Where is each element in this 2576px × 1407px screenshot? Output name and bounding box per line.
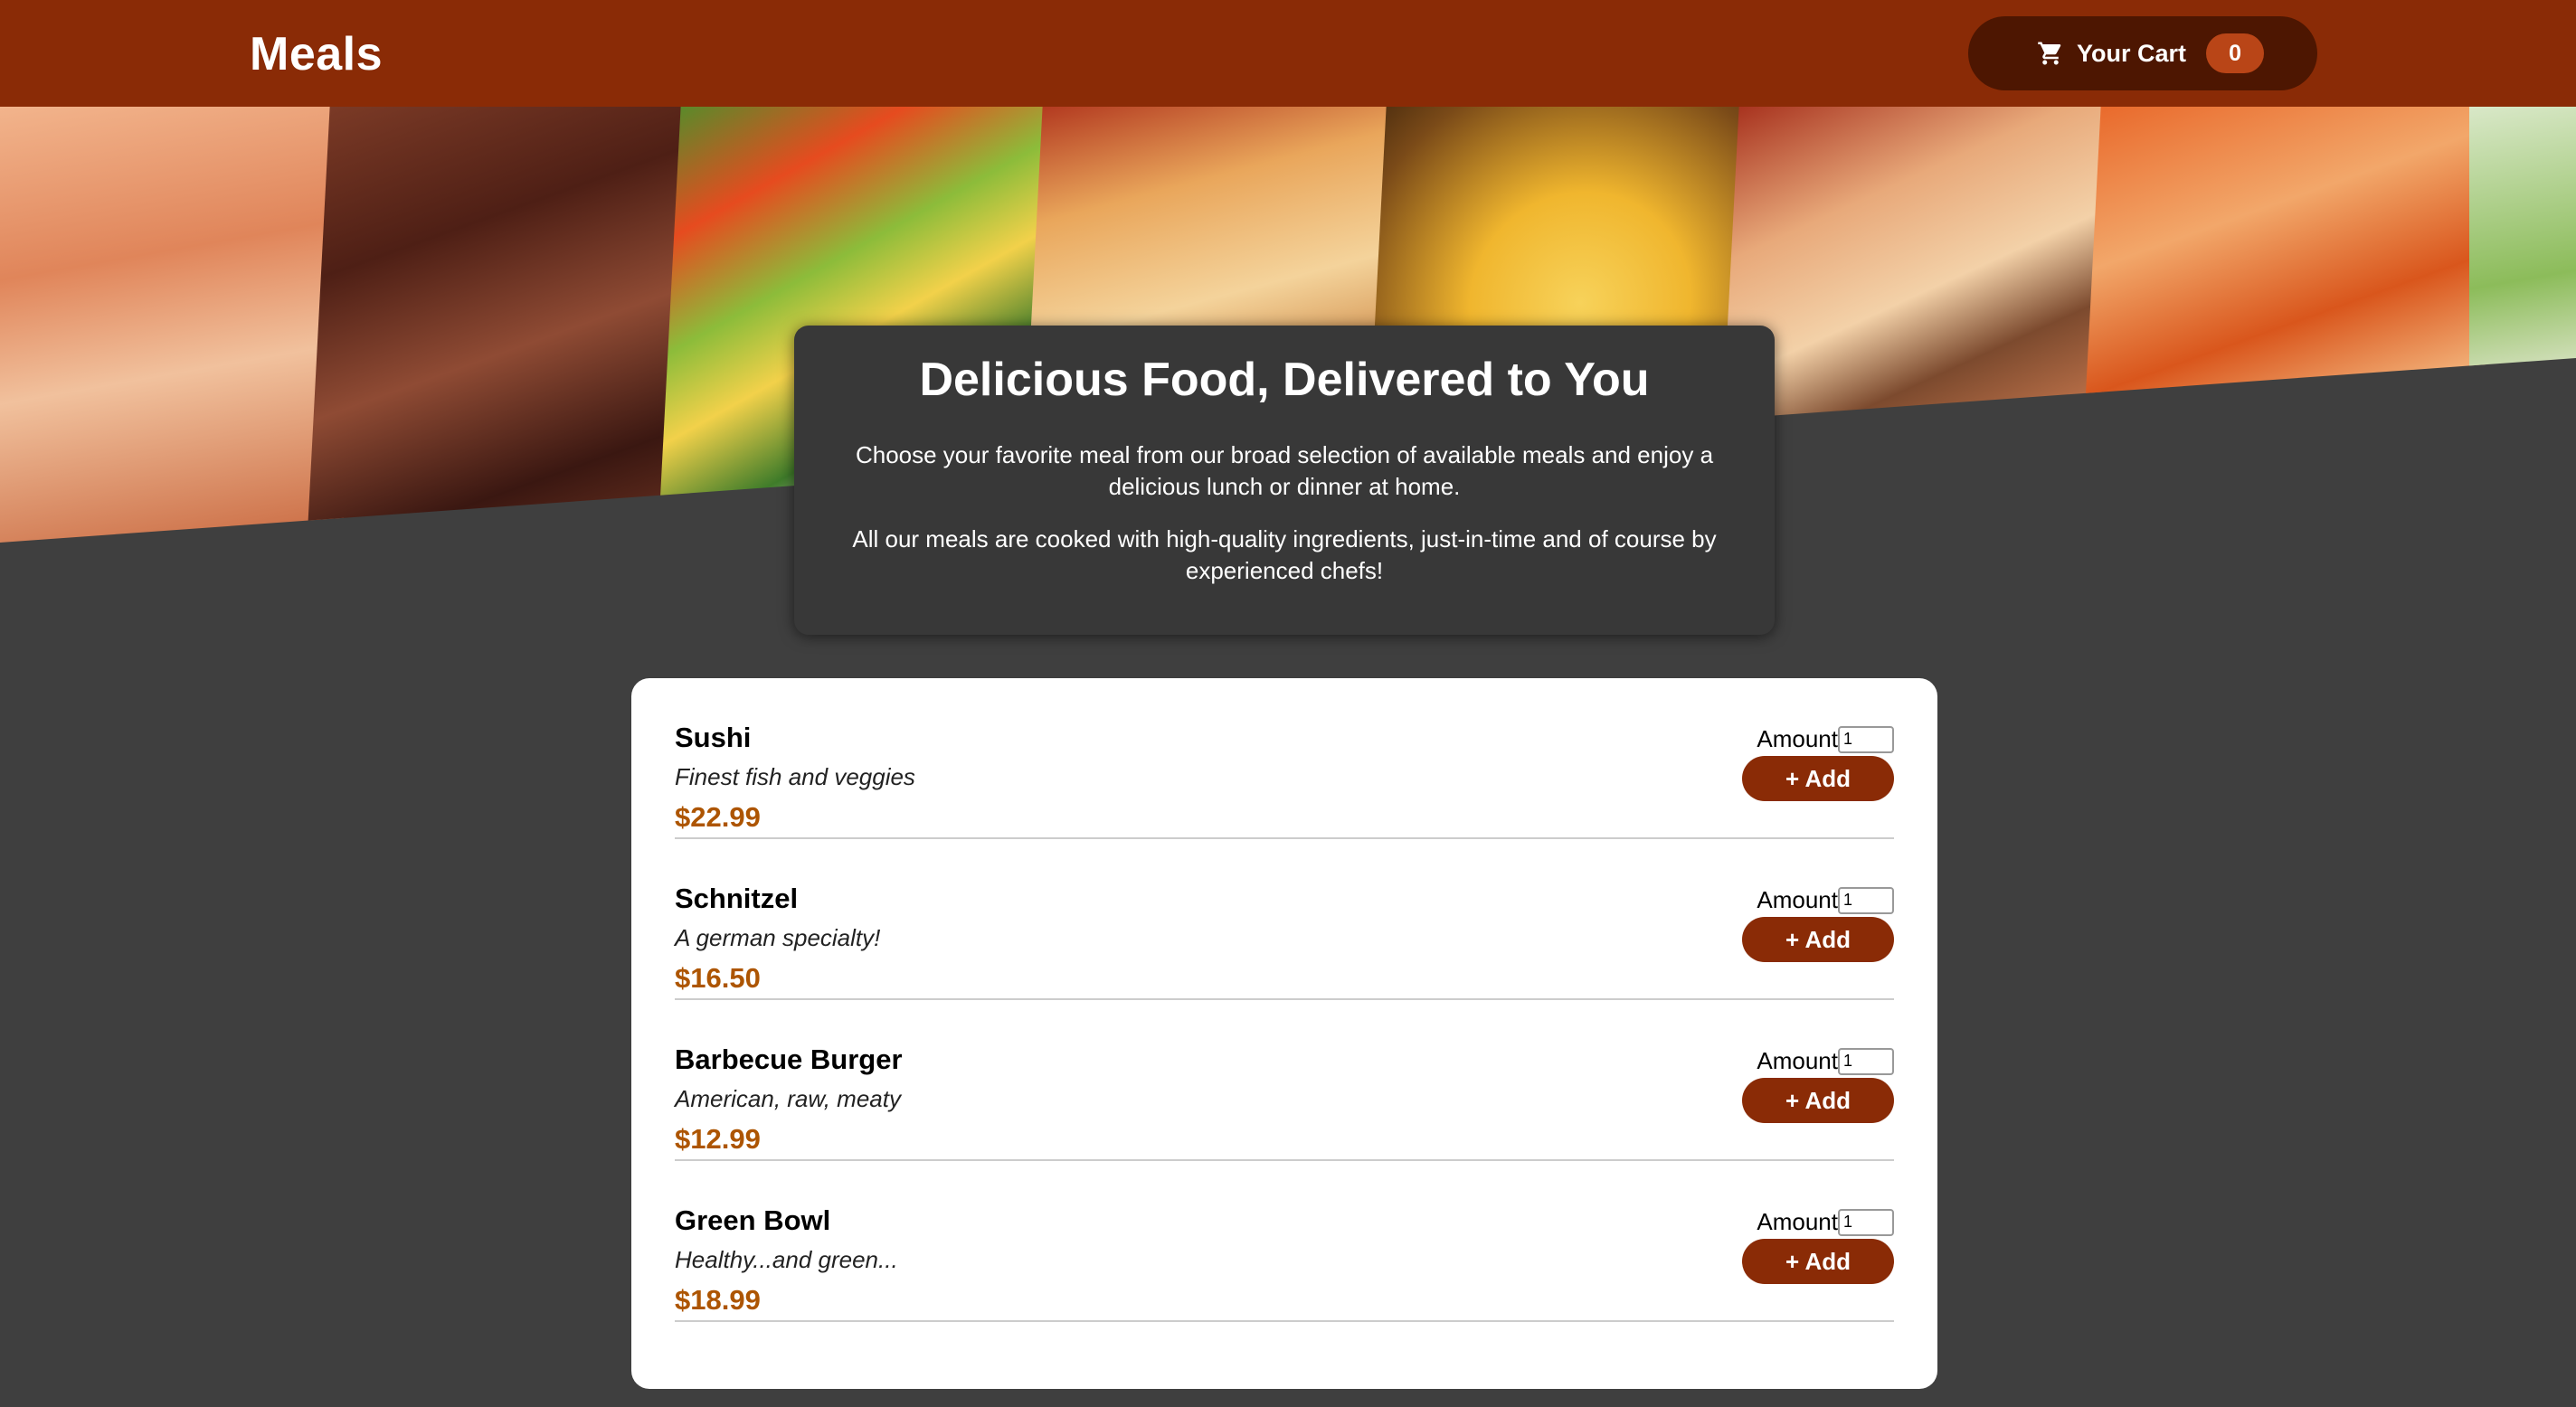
add-button[interactable]: + Add: [1742, 756, 1894, 801]
amount-label: Amount: [1757, 886, 1838, 913]
add-button[interactable]: + Add: [1742, 1078, 1894, 1123]
meal-price: $22.99: [675, 801, 761, 833]
meal-item-green-bowl: Green Bowl Healthy...and green... $18.99…: [675, 1161, 1894, 1322]
meal-description: Finest fish and veggies: [675, 763, 915, 790]
amount-label: Amount: [1757, 1047, 1838, 1074]
amount-row: Amount: [1757, 725, 1894, 753]
cart-count-badge: 0: [2206, 33, 2265, 73]
meals-summary: Delicious Food, Delivered to You Choose …: [794, 326, 1775, 635]
meal-price: $16.50: [675, 962, 761, 994]
app-title: Meals: [250, 28, 384, 80]
summary-paragraph-2: All our meals are cooked with high-quali…: [852, 525, 1717, 584]
amount-input[interactable]: [1838, 1208, 1894, 1236]
meal-description: A german specialty!: [675, 924, 881, 951]
amount-row: Amount: [1757, 1208, 1894, 1236]
summary-paragraph-1: Choose your favorite meal from our broad…: [855, 441, 1714, 500]
cart-label: Your Cart: [2077, 39, 2187, 67]
meal-price: $18.99: [675, 1284, 761, 1316]
shopping-cart-icon: [2038, 42, 2061, 65]
amount-input[interactable]: [1838, 886, 1894, 914]
meal-name: Green Bowl: [675, 1204, 831, 1236]
app-header: Meals Your Cart 0: [0, 0, 2576, 107]
cart-button[interactable]: Your Cart 0: [1968, 16, 2317, 90]
meal-name: Sushi: [675, 722, 752, 753]
amount-label: Amount: [1757, 1208, 1838, 1235]
amount-input[interactable]: [1838, 1047, 1894, 1075]
summary-heading: Delicious Food, Delivered to You: [919, 354, 1650, 406]
amount-label: Amount: [1757, 725, 1838, 752]
meal-description: Healthy...and green...: [675, 1246, 898, 1273]
meal-name: Schnitzel: [675, 883, 799, 914]
meal-item-barbecue-burger: Barbecue Burger American, raw, meaty $12…: [675, 1000, 1894, 1161]
add-button[interactable]: + Add: [1742, 917, 1894, 962]
meal-description: American, raw, meaty: [675, 1085, 901, 1112]
meal-price: $12.99: [675, 1123, 761, 1155]
meal-item-schnitzel: Schnitzel A german specialty! $16.50 Amo…: [675, 839, 1894, 1000]
meal-name: Barbecue Burger: [675, 1043, 903, 1075]
amount-input[interactable]: [1838, 725, 1894, 753]
available-meals-card: Sushi Finest fish and veggies $22.99 Amo…: [631, 678, 1937, 1389]
meal-item-sushi: Sushi Finest fish and veggies $22.99 Amo…: [675, 678, 1894, 839]
amount-row: Amount: [1757, 886, 1894, 914]
add-button[interactable]: + Add: [1742, 1239, 1894, 1284]
amount-row: Amount: [1757, 1047, 1894, 1075]
